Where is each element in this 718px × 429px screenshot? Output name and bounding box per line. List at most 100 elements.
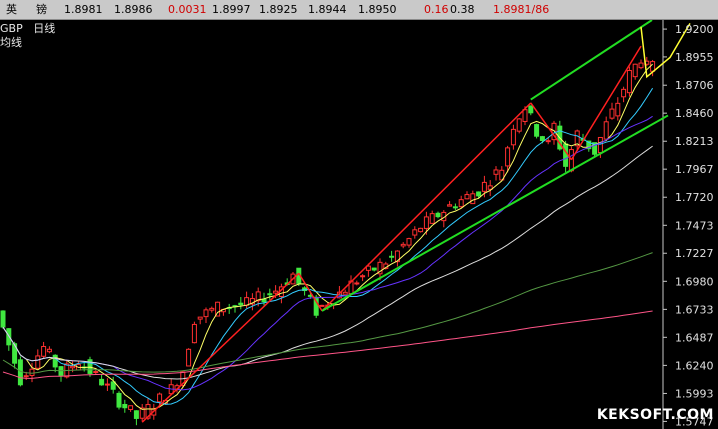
candle-body — [46, 348, 52, 353]
candle-body — [522, 109, 528, 122]
candle-body — [186, 348, 192, 367]
quote-name-2: 镑 — [36, 3, 47, 16]
y-tick-label: 1.6487 — [675, 331, 714, 344]
candle-body — [209, 307, 215, 311]
candle-body — [104, 383, 110, 386]
candle-body — [539, 136, 545, 141]
candle-body — [435, 212, 441, 218]
candle-body — [244, 297, 250, 306]
y-tick-label: 1.6240 — [675, 359, 714, 372]
candle-body — [650, 61, 656, 72]
quote-close-alt: 1.8950 — [358, 3, 397, 16]
quote-bar: 英 镑 1.8981 1.8986 0.0031 1.8997 1.8925 1… — [0, 0, 718, 20]
candle-body — [122, 403, 128, 409]
candle-body — [476, 191, 482, 197]
y-tick-label: 1.9200 — [675, 23, 714, 36]
candle-body — [632, 63, 638, 78]
legend-period: 日线 — [33, 22, 56, 35]
y-tick-label: 1.7227 — [675, 247, 714, 260]
candle-body — [510, 128, 516, 146]
candle-body — [128, 405, 134, 410]
y-tick-label: 1.7473 — [675, 219, 714, 232]
candle-body — [342, 291, 348, 295]
y-tick-label: 1.8460 — [675, 107, 714, 120]
candle-body — [197, 316, 203, 320]
quote-change-pct: 0.16 — [424, 3, 449, 16]
candle-body — [157, 393, 163, 403]
chart-area[interactable]: 1.9200 1.8955 1.8706 1.8460 1.8213 1.7967 1.77… — [0, 20, 718, 429]
candle-body — [371, 267, 377, 271]
candle-body — [429, 213, 435, 224]
candle-body — [638, 62, 644, 69]
candle-body — [493, 169, 499, 175]
candle-body — [70, 365, 76, 369]
y-tick-label: 1.6980 — [675, 275, 714, 288]
legend-indicator: 均线 — [0, 36, 22, 49]
candle-body — [360, 275, 366, 278]
watermark-text: KEKSOFT.COM — [596, 407, 714, 423]
y-tick-label: 1.8955 — [675, 51, 714, 64]
candle-body — [133, 410, 139, 419]
y-tick-label: 1.6733 — [675, 303, 714, 316]
candle-body — [261, 298, 267, 303]
candle-body — [447, 204, 453, 207]
candle-body — [116, 392, 122, 408]
candle-body — [516, 118, 522, 132]
quote-high: 1.8944 — [308, 3, 347, 16]
y-tick-label: 1.8706 — [675, 79, 714, 92]
candle-body — [481, 181, 487, 192]
candle-body — [534, 124, 540, 137]
candle-body — [470, 193, 476, 205]
candle-body — [615, 102, 621, 117]
candle-body — [412, 229, 418, 236]
candle-body — [354, 282, 360, 285]
candle-body — [23, 375, 29, 378]
candle-body — [406, 238, 412, 246]
candle-body — [17, 359, 23, 386]
candle-body — [464, 194, 470, 200]
candle-body — [418, 227, 424, 233]
candle-body — [563, 143, 569, 167]
candle-body — [389, 255, 395, 258]
candle-body — [191, 323, 197, 344]
candle-body — [603, 121, 609, 140]
candle-body — [93, 371, 99, 374]
candle-body — [41, 346, 47, 357]
y-tick-label: 1.5993 — [675, 387, 714, 400]
candle-body — [0, 310, 6, 328]
candle-body — [99, 378, 105, 386]
candle-body — [626, 69, 632, 94]
quote-last: 1.8981 — [64, 3, 103, 16]
candle-body — [528, 105, 534, 114]
y-tick-label: 1.8213 — [675, 135, 714, 148]
candle-body — [545, 140, 551, 143]
candle-body — [203, 309, 209, 318]
candle-body — [35, 355, 41, 369]
candle-body — [273, 290, 279, 294]
candle-body — [400, 243, 406, 247]
y-tick-label: 1.7967 — [675, 163, 714, 176]
quote-bid-ask: 1.8981/86 — [493, 3, 550, 16]
quote-open: 1.8997 — [212, 3, 251, 16]
candle-body — [52, 354, 58, 368]
candle-body — [458, 199, 464, 208]
candle-body — [319, 304, 325, 307]
candle-body — [568, 149, 574, 172]
candle-body — [29, 368, 35, 376]
quote-prev: 1.8986 — [114, 3, 153, 16]
candle-body — [267, 293, 273, 296]
candle-body — [505, 147, 511, 167]
quote-name-1: 英 — [6, 3, 17, 16]
candle-body — [621, 88, 627, 98]
candlestick-chart[interactable]: 1.9200 1.8955 1.8706 1.8460 1.8213 1.7967 1.77… — [0, 20, 718, 429]
chart-background — [0, 20, 718, 429]
y-tick-label: 1.7720 — [675, 191, 714, 204]
candle-body — [609, 108, 615, 119]
legend-symbol: GBP — [0, 22, 23, 35]
candle-body — [238, 302, 244, 306]
candle-body — [597, 136, 603, 154]
quote-low: 1.8925 — [259, 3, 298, 16]
candle-body — [423, 216, 429, 229]
chart-legend: GBP 日线 均线 — [0, 22, 55, 50]
quote-change: 0.0031 — [168, 3, 207, 16]
